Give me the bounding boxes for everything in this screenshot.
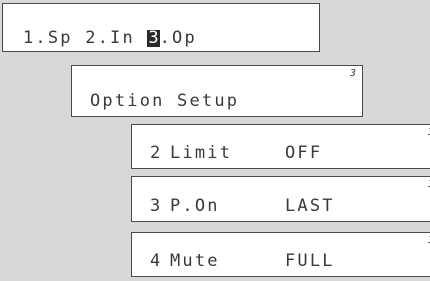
menu-item-option[interactable]: 3.Op: [147, 28, 197, 48]
option-value: FULL: [285, 251, 335, 271]
option-name: Limit: [170, 143, 233, 163]
option-name: P.On: [170, 196, 220, 216]
option-row-text: 3 P.On LAST: [150, 198, 335, 215]
option-value: OFF: [285, 143, 323, 163]
option-value: LAST: [285, 196, 335, 216]
menu-item-speaker[interactable]: 1.Sp: [23, 28, 73, 48]
option-row-text: 2 Limit OFF: [150, 145, 322, 162]
menu-item-option-label: .Op: [159, 28, 197, 48]
option-row-power-on[interactable]: 3 3 P.On LAST: [131, 176, 430, 222]
menu-bar-display: 1.Sp 2.In 3.Op: [2, 3, 320, 52]
option-row-limit[interactable]: 3 2LimitOFF: [131, 124, 430, 169]
menu-bar-text: 1.Sp 2.In 3.Op: [23, 30, 197, 47]
menu-item-input[interactable]: 2.In: [85, 28, 135, 48]
option-setup-title: Option Setup: [90, 91, 240, 111]
option-name: Mute: [170, 251, 220, 271]
option-row-mute[interactable]: 3 4MuteFULL: [131, 232, 430, 277]
option-number: 4: [150, 251, 163, 271]
menu-cursor: 3: [147, 28, 160, 48]
option-number: 3: [150, 196, 163, 216]
option-setup-index: 3: [349, 68, 356, 79]
option-row-text: 4 Mute FULL: [150, 253, 335, 270]
option-setup-display: 3 Option Setup: [71, 65, 363, 117]
option-number: 2: [150, 143, 163, 163]
